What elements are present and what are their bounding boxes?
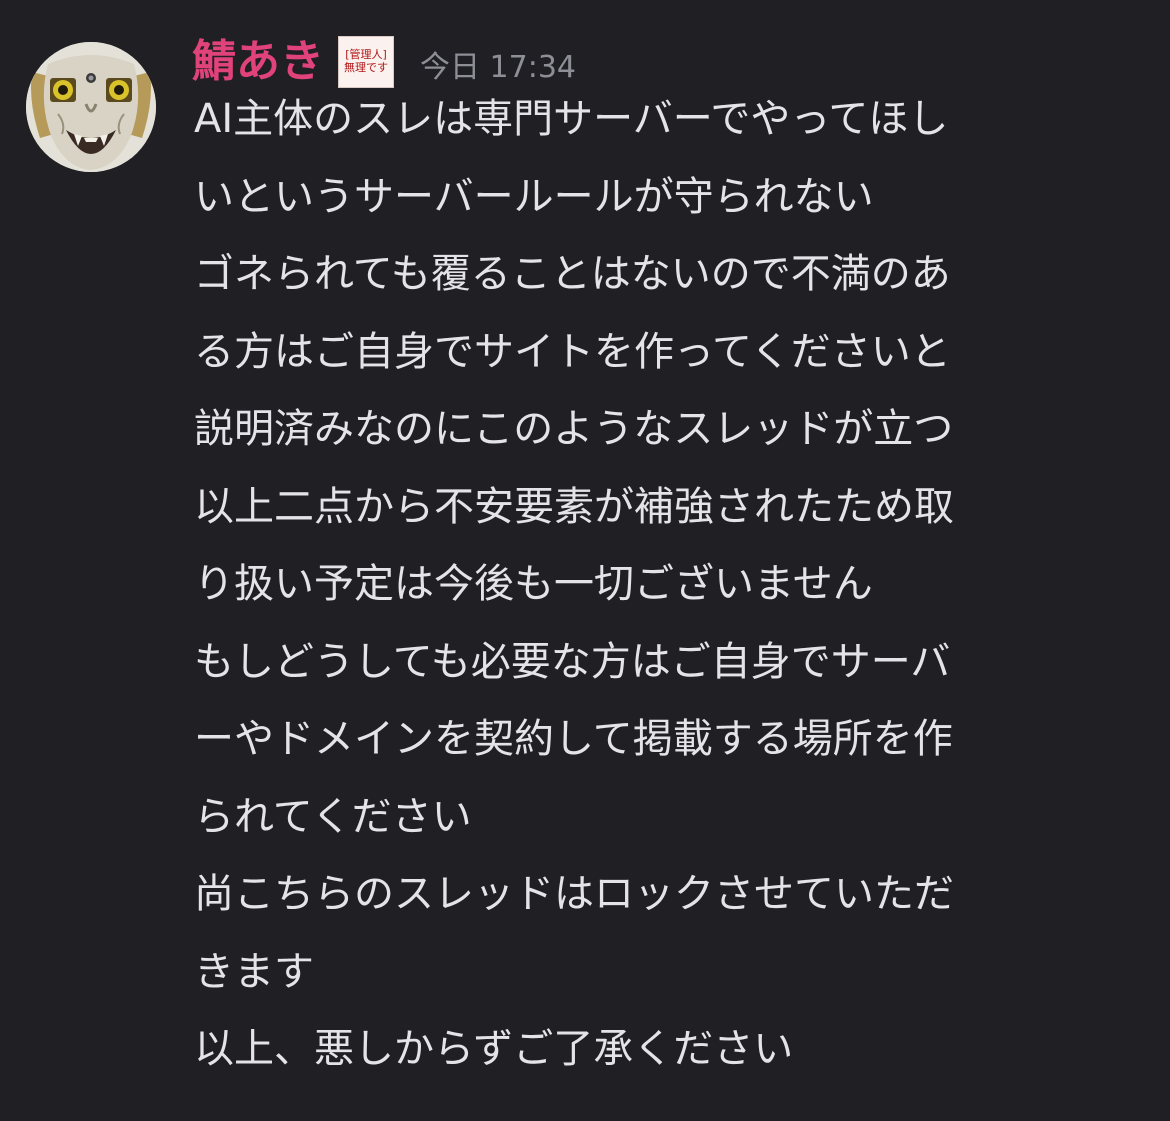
message-line: もしどうしても必要な方はご自身でサーバ bbox=[194, 638, 951, 685]
message-line: られてください bbox=[194, 793, 472, 840]
message-line: 以上二点から不安要素が補強されたため取 bbox=[194, 483, 954, 530]
chat-message: 鯖あき [管理人] 無理です 今日 17:34 AI主体のスレは専門サーバーでや… bbox=[0, 0, 1170, 1121]
message-line: いというサーバールールが守られない bbox=[194, 173, 874, 220]
avatar[interactable] bbox=[26, 42, 156, 172]
message-line: きます bbox=[194, 948, 314, 995]
author-name[interactable]: 鯖あき bbox=[192, 30, 324, 94]
noh-mask-avatar-icon bbox=[26, 42, 156, 172]
message-header: 鯖あき [管理人] 無理です 今日 17:34 bbox=[192, 30, 576, 94]
message-line: ーやドメインを契約して掲載する場所を作 bbox=[194, 716, 953, 762]
role-badge[interactable]: [管理人] 無理です bbox=[338, 36, 394, 88]
message-line: り扱い予定は今後も一切ございません bbox=[194, 561, 873, 607]
message-line: AI主体のスレは専門サーバーでやってほし bbox=[194, 96, 949, 142]
message-line: る方はご自身でサイトを作ってくださいと bbox=[194, 328, 951, 375]
message-content: AI主体のスレは専門サーバーでやってほし いというサーバールールが守られない ゴ… bbox=[194, 94, 1144, 1102]
message-line: 以上、悪しからずご了承ください bbox=[194, 1026, 794, 1072]
message-line: 説明済みなのにこのようなスレッドが立つ bbox=[194, 406, 954, 452]
role-badge-line2: 無理です bbox=[344, 61, 388, 74]
message-line: ゴネられても覆ることはないので不満のあ bbox=[194, 251, 951, 297]
message-line: 尚こちらのスレッドはロックさせていただ bbox=[194, 871, 954, 917]
timestamp: 今日 17:34 bbox=[420, 50, 576, 85]
